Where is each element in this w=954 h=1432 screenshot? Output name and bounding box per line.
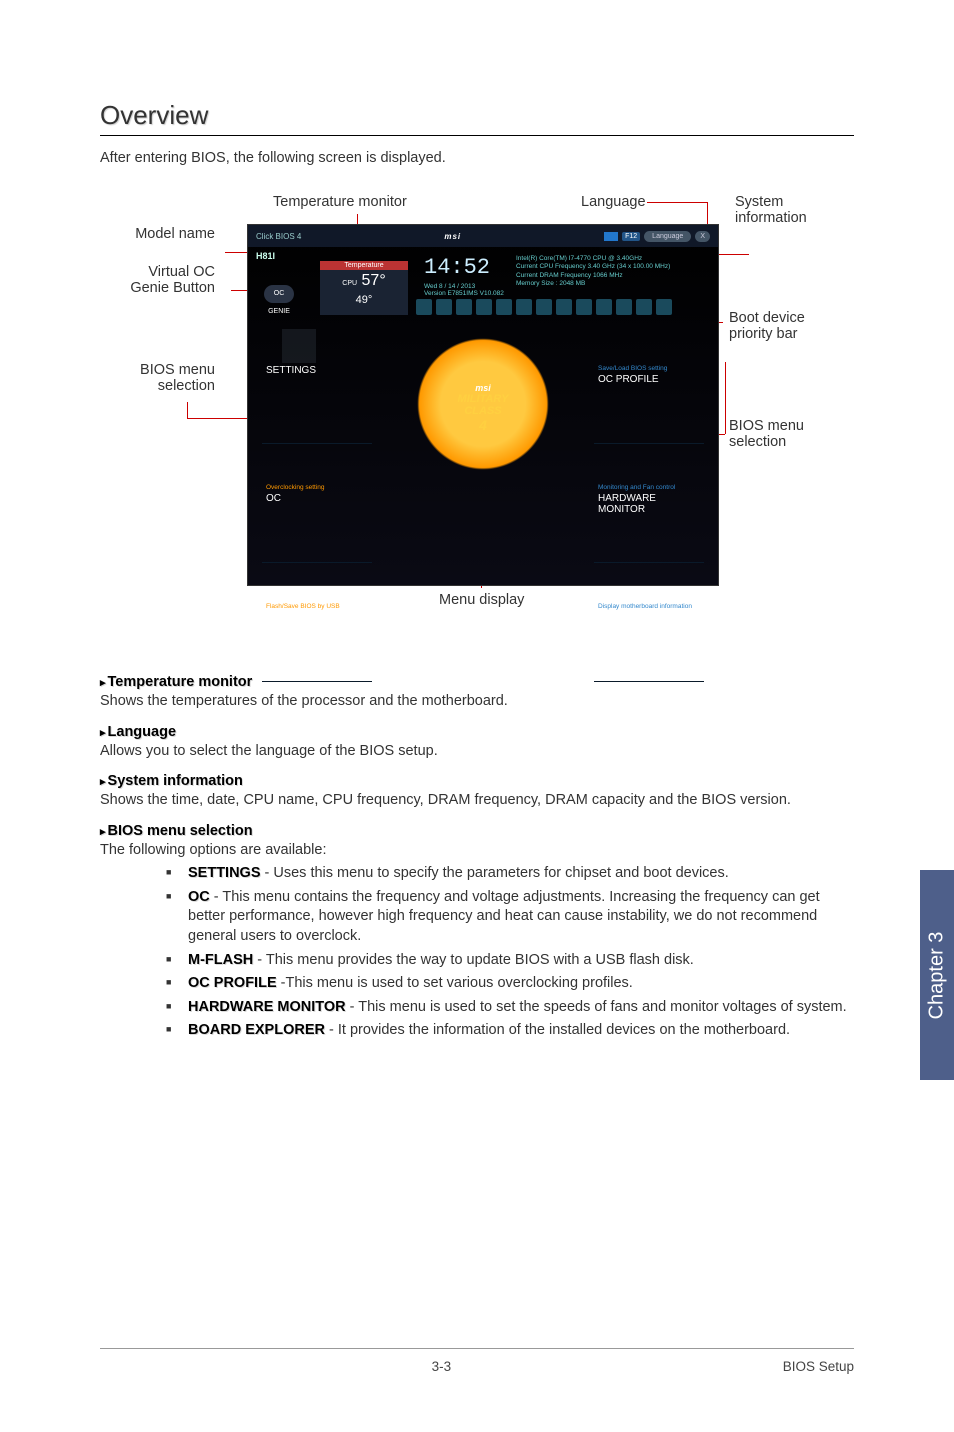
model-name: H81I xyxy=(256,251,275,261)
close-button[interactable]: X xyxy=(695,231,710,242)
label-language: Language xyxy=(581,194,646,210)
boot-device-icon[interactable] xyxy=(496,299,512,315)
label-boot-priority: Boot device priority bar xyxy=(729,310,829,342)
section-desc: Allows you to select the language of the… xyxy=(100,742,854,762)
list-item: OC PROFILE -This menu is used to set var… xyxy=(166,974,854,994)
center-badge: msi MILITARY CLASS 4 xyxy=(408,329,558,479)
boot-device-icon[interactable] xyxy=(416,299,432,315)
mb-temp: 49° xyxy=(320,292,408,308)
list-item: BOARD EXPLORER - It provides the informa… xyxy=(166,1021,854,1041)
sys-line: Memory Size : 2048 MB xyxy=(516,280,670,288)
temp-header: Temperature xyxy=(320,261,408,270)
label-model-name: Model name xyxy=(135,226,215,242)
section-desc: Shows the time, date, CPU name, CPU freq… xyxy=(100,791,854,811)
menu-oc[interactable]: Overclocking settingOC xyxy=(262,444,372,563)
boot-device-icon[interactable] xyxy=(556,299,572,315)
bios-screenshot: Click BIOS 4 msi F12 Language X H81I OC … xyxy=(247,224,719,586)
f12-badge: F12 xyxy=(622,232,640,241)
cpu-temp: CPU 57° xyxy=(320,270,408,292)
footer-section: BIOS Setup xyxy=(783,1359,854,1374)
page-footer: 3-3 BIOS Setup xyxy=(100,1348,854,1374)
label-virtual-oc: Virtual OC Genie Button xyxy=(115,264,215,296)
boot-device-icon[interactable] xyxy=(616,299,632,315)
list-item: HARDWARE MONITOR - This menu is used to … xyxy=(166,998,854,1018)
label-text: Model name xyxy=(135,226,215,242)
topbar-title: Click BIOS 4 xyxy=(256,232,301,241)
boot-device-icon[interactable] xyxy=(576,299,592,315)
list-item: SETTINGS - Uses this menu to specify the… xyxy=(166,864,854,884)
date-version: Wed 8 / 14 / 2013Version E7851IMS V10.08… xyxy=(424,283,504,297)
clock: 14:52 xyxy=(424,255,490,280)
menu-mflash[interactable]: Flash/Save BIOS by USBM-FLASH xyxy=(262,563,372,682)
boot-device-icon[interactable] xyxy=(536,299,552,315)
annotated-screenshot: Temperature monitor Language System info… xyxy=(127,194,827,634)
label-text: Virtual OC Genie Button xyxy=(115,264,215,296)
page-number: 3-3 xyxy=(432,1359,452,1374)
section-language: Language Allows you to select the langua… xyxy=(100,724,854,762)
boot-device-icon[interactable] xyxy=(456,299,472,315)
chapter-tab: Chapter 3 xyxy=(920,870,954,1080)
boot-device-icon[interactable] xyxy=(636,299,652,315)
section-title: System information xyxy=(100,773,854,789)
list-item: M-FLASH - This menu provides the way to … xyxy=(166,951,854,971)
label-text: Boot device priority bar xyxy=(729,310,829,342)
sys-line: Intel(R) Core(TM) I7-4770 CPU @ 3.40GHz xyxy=(516,255,670,263)
menu-oc-profile[interactable]: Save/Load BIOS settingOC PROFILE xyxy=(594,325,704,444)
boot-device-icon[interactable] xyxy=(516,299,532,315)
section-title: Language xyxy=(100,724,854,740)
bios-menu-left: SETTINGS Overclocking settingOC Flash/Sa… xyxy=(262,325,372,682)
boot-priority-bar[interactable] xyxy=(416,299,710,317)
menu-board-explorer[interactable]: Display motherboard informationBOARD EXP… xyxy=(594,563,704,682)
label-bios-menu-left: BIOS menu selection xyxy=(115,362,215,394)
system-info-block: Intel(R) Core(TM) I7-4770 CPU @ 3.40GHz … xyxy=(516,255,670,289)
sys-line: Current DRAM Frequency 1066 MHz xyxy=(516,272,670,280)
temperature-panel: Temperature CPU 57° 49° xyxy=(320,261,408,315)
badge-text: msi MILITARY CLASS 4 xyxy=(408,383,558,433)
bios-topbar: Click BIOS 4 msi F12 Language X xyxy=(248,225,718,247)
boot-device-icon[interactable] xyxy=(596,299,612,315)
label-text: System information xyxy=(735,194,825,226)
sys-line: Current CPU Frequency 3.40 GHz (34 x 100… xyxy=(516,263,670,271)
language-button[interactable]: Language xyxy=(644,231,691,242)
section-system-info: System information Shows the time, date,… xyxy=(100,773,854,811)
leader-line xyxy=(187,402,188,418)
menu-settings[interactable]: SETTINGS xyxy=(262,325,372,444)
section-title: BIOS menu selection xyxy=(100,823,854,839)
leader-line xyxy=(647,202,707,203)
language-selector[interactable]: F12 Language X xyxy=(604,231,710,242)
bios-menu-right: Save/Load BIOS settingOC PROFILE Monitor… xyxy=(594,325,704,682)
boot-device-icon[interactable] xyxy=(656,299,672,315)
label-sys-info: System information xyxy=(735,194,825,226)
msi-logo: msi xyxy=(444,232,461,241)
section-temp-monitor: Temperature monitor Shows the temperatur… xyxy=(100,674,854,712)
leader-line xyxy=(719,254,749,255)
section-desc: The following options are available: xyxy=(100,841,854,861)
menu-hw-monitor[interactable]: Monitoring and Fan controlHARDWARE MONIT… xyxy=(594,444,704,563)
leader-line xyxy=(725,362,726,434)
list-item: OC - This menu contains the frequency an… xyxy=(166,888,854,947)
label-text: BIOS menu selection xyxy=(115,362,215,394)
label-menu-display: Menu display xyxy=(439,592,524,608)
page-title: Overview xyxy=(100,100,854,136)
menu-item-list: SETTINGS - Uses this menu to specify the… xyxy=(166,864,854,1041)
section-title: Temperature monitor xyxy=(100,674,854,690)
boot-device-icon[interactable] xyxy=(476,299,492,315)
section-bios-menu: BIOS menu selection The following option… xyxy=(100,823,854,1041)
label-temp-monitor: Temperature monitor xyxy=(273,194,407,210)
section-desc: Shows the temperatures of the processor … xyxy=(100,692,854,712)
oc-genie-button[interactable]: OC GENIE xyxy=(264,285,294,303)
flag-icon xyxy=(604,232,618,241)
label-bios-menu-right: BIOS menu selection xyxy=(729,418,829,450)
boot-device-icon[interactable] xyxy=(436,299,452,315)
label-text: BIOS menu selection xyxy=(729,418,829,450)
intro-text: After entering BIOS, the following scree… xyxy=(100,150,854,166)
